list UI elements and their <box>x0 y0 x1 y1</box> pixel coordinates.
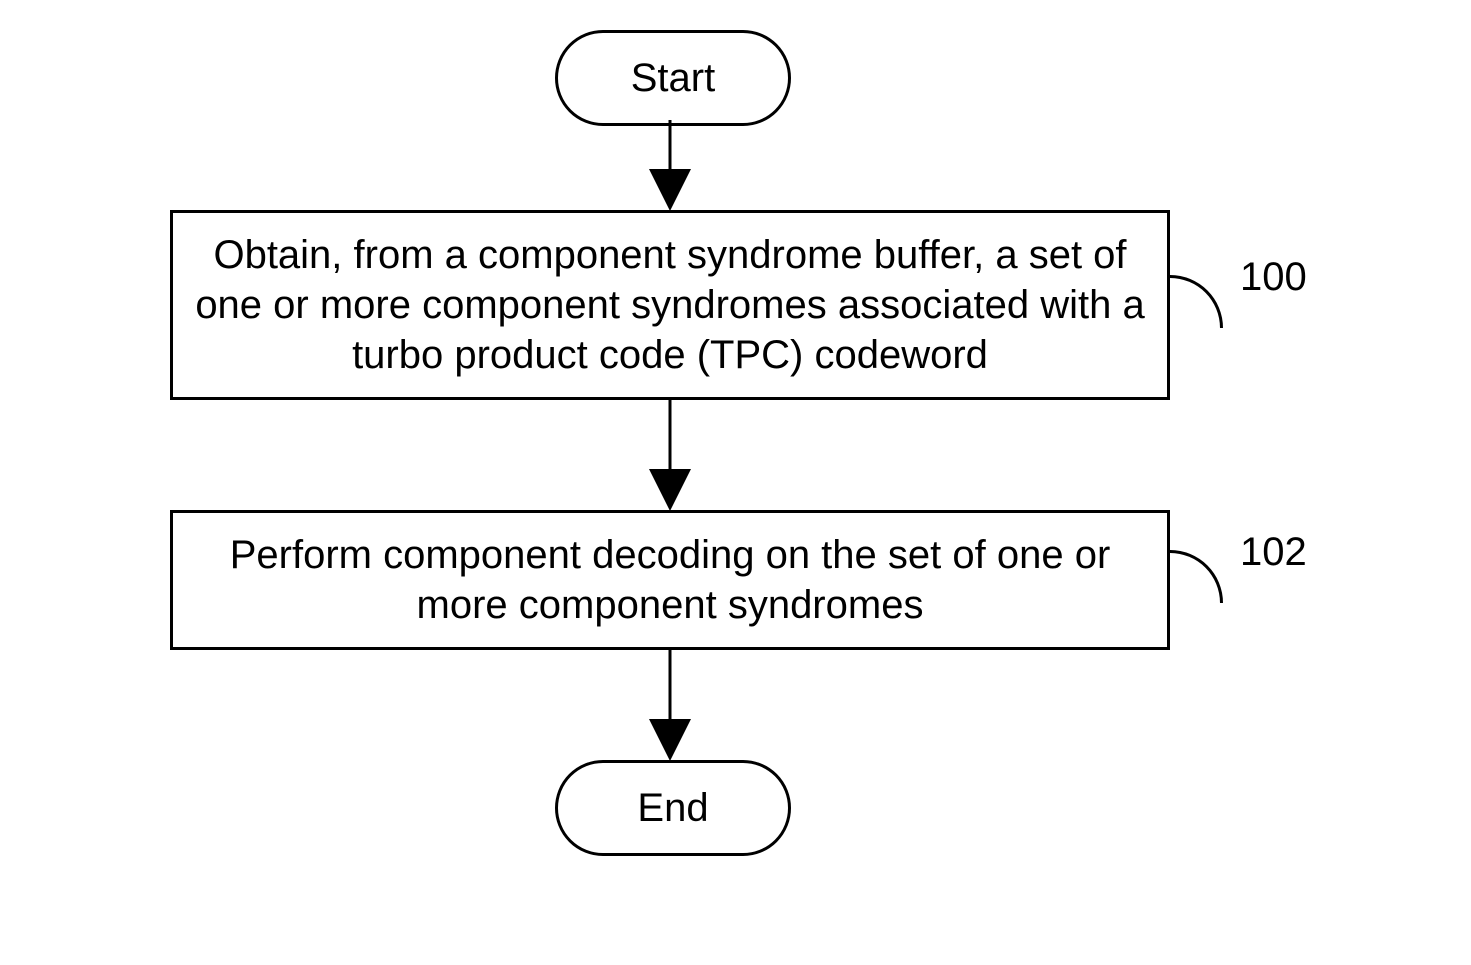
terminator-start: Start <box>555 30 791 126</box>
ref-label-2: 102 <box>1240 530 1307 575</box>
leader-ref-2 <box>1170 550 1223 603</box>
ref-label-1: 100 <box>1240 255 1307 300</box>
terminator-end-label: End <box>637 786 708 831</box>
arrow-start-to-step1 <box>650 120 690 210</box>
terminator-end: End <box>555 760 791 856</box>
process-step-1-text: Obtain, from a component syndrome buffer… <box>193 230 1147 380</box>
process-step-2: Perform component decoding on the set of… <box>170 510 1170 650</box>
process-step-1: Obtain, from a component syndrome buffer… <box>170 210 1170 400</box>
arrow-step1-to-step2 <box>650 400 690 510</box>
arrow-step2-to-end <box>650 650 690 760</box>
terminator-start-label: Start <box>631 56 715 101</box>
flowchart-canvas: Start Obtain, from a component syndrome … <box>0 0 1471 965</box>
process-step-2-text: Perform component decoding on the set of… <box>193 530 1147 630</box>
leader-ref-1 <box>1170 275 1223 328</box>
